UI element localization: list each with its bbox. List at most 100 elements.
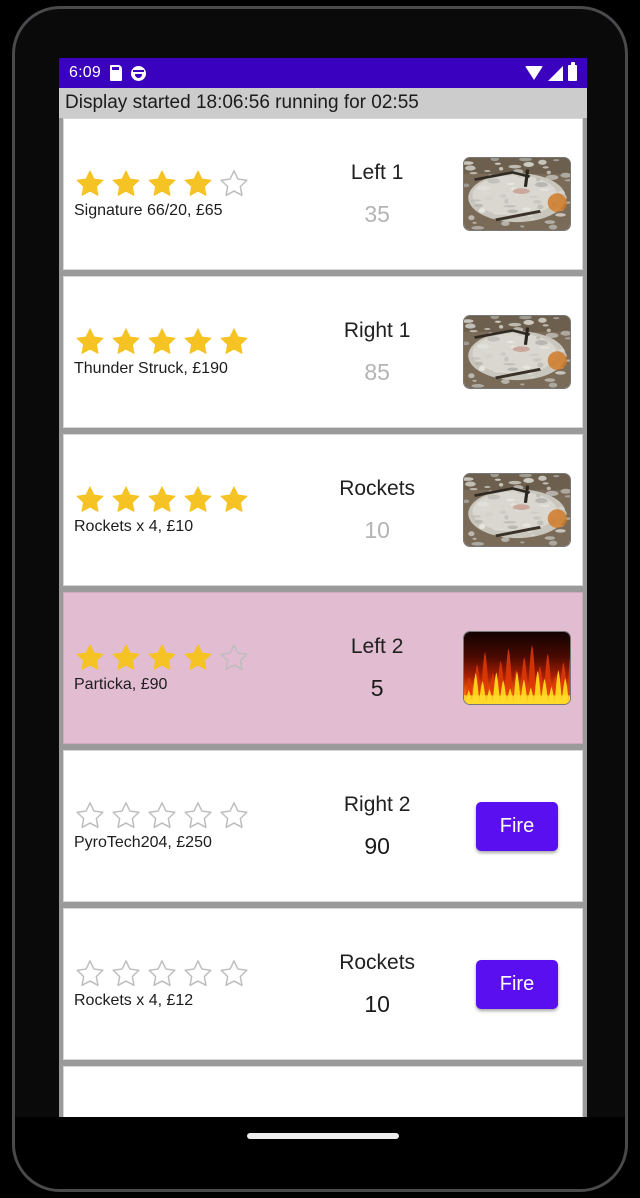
item-channel-value: 10 [364, 516, 390, 543]
firework-item-row[interactable]: PyroTech204, £250 Right 2 90 Fire [63, 750, 583, 902]
wifi-icon [525, 66, 543, 80]
star-filled-icon [112, 170, 140, 196]
star-filled-icon [112, 328, 140, 354]
item-channel-name: Right 2 [343, 792, 411, 816]
star-filled-icon [220, 328, 248, 354]
ash-thumbnail-image [464, 474, 570, 546]
ash-thumbnail [463, 315, 571, 389]
status-bar-left: 6:09 [69, 64, 146, 82]
star-filled-icon [148, 170, 176, 196]
battery-icon [568, 62, 577, 81]
item-action-block [452, 473, 582, 547]
ash-thumbnail-image [464, 316, 570, 388]
fire-button[interactable]: Fire [475, 959, 559, 1009]
item-channel-value: 90 [364, 832, 390, 859]
star-empty-icon [112, 802, 140, 829]
item-channel-name: Right 1 [343, 318, 411, 342]
item-rating-block: PyroTech204, £250 [64, 800, 302, 852]
star-empty-icon [148, 802, 176, 829]
star-empty-icon [112, 960, 140, 987]
item-channel-value: 10 [364, 990, 390, 1017]
item-action-block [452, 157, 582, 231]
item-description: Thunder Struck, £190 [74, 360, 228, 377]
star-filled-icon [76, 486, 104, 512]
item-channel-value: 85 [364, 358, 390, 385]
item-rating-block: Thunder Struck, £190 [64, 326, 302, 378]
star-filled-icon [184, 328, 212, 354]
rating-stars[interactable] [74, 326, 302, 358]
star-filled-icon [148, 328, 176, 354]
item-rating-block: Rockets x 4, £12 [64, 958, 302, 1010]
star-empty-icon [148, 960, 176, 987]
status-bar-right [525, 62, 577, 81]
item-channel-block: Rockets 10 [302, 951, 452, 1018]
item-channel-value: 35 [364, 200, 390, 227]
navigation-bar [15, 1117, 625, 1189]
star-empty-icon [76, 802, 104, 829]
item-description: Rockets x 4, £12 [74, 992, 194, 1009]
star-filled-icon [184, 170, 212, 196]
item-rating-block: Signature 66/20, £65 [64, 168, 302, 220]
item-rating-block: Particka, £90 [64, 642, 302, 694]
item-channel-name: Left 1 [350, 160, 404, 184]
firework-item-row[interactable]: Thunder Struck, £190 Right 1 85 [63, 276, 583, 428]
item-channel-block: Right 1 85 [302, 319, 452, 386]
firework-item-row[interactable]: Rockets x 4, £10 Rockets 10 [63, 434, 583, 586]
ash-thumbnail [463, 473, 571, 547]
item-action-block: Fire [452, 959, 582, 1009]
firework-item-row[interactable]: Rockets x 4, £12 Rockets 10 Fire [63, 908, 583, 1060]
star-filled-icon [184, 486, 212, 512]
firework-item-row[interactable]: Left 3Fire [63, 1066, 583, 1123]
item-channel-block: Left 2 5 [302, 635, 452, 702]
item-description: Particka, £90 [74, 676, 168, 693]
display-status-header: Display started 18:06:56 running for 02:… [59, 88, 587, 118]
star-filled-icon [76, 328, 104, 354]
fire-button[interactable]: Fire [475, 801, 559, 851]
item-action-block [452, 631, 582, 705]
item-action-block: Fire [452, 801, 582, 851]
ash-thumbnail [463, 157, 571, 231]
face-icon [130, 65, 146, 81]
item-description: PyroTech204, £250 [74, 834, 212, 851]
firework-item-list[interactable]: Signature 66/20, £65 Left 1 35 Thunder Stru… [59, 118, 587, 1123]
star-filled-icon [148, 644, 176, 670]
item-rating-block: Rockets x 4, £10 [64, 484, 302, 536]
star-empty-icon [220, 644, 248, 671]
star-filled-icon [184, 644, 212, 670]
star-filled-icon [148, 486, 176, 512]
star-empty-icon [220, 802, 248, 829]
item-channel-block: Rockets 10 [302, 477, 452, 544]
rating-stars[interactable] [74, 800, 302, 832]
rating-stars[interactable] [74, 484, 302, 516]
star-filled-icon [112, 486, 140, 512]
item-action-block [452, 315, 582, 389]
item-channel-block: Right 2 90 [302, 793, 452, 860]
rating-stars[interactable] [74, 642, 302, 674]
fire-thumbnail-image [464, 632, 570, 704]
signal-icon [548, 65, 563, 81]
status-bar: 6:09 [59, 58, 587, 88]
item-channel-name: Rockets [339, 950, 416, 974]
star-empty-icon [220, 960, 248, 987]
star-filled-icon [220, 486, 248, 512]
home-gesture-pill[interactable] [247, 1133, 399, 1139]
item-channel-name: Left 2 [350, 634, 404, 658]
ash-thumbnail-image [464, 158, 570, 230]
item-channel-name: Rockets [339, 476, 416, 500]
rating-stars[interactable] [74, 168, 302, 200]
sd-card-icon [109, 65, 122, 81]
rating-stars[interactable] [74, 958, 302, 990]
fire-thumbnail [463, 631, 571, 705]
phone-screen: 6:09 Display started 18:06:56 running fo… [59, 58, 587, 1123]
item-description: Signature 66/20, £65 [74, 202, 223, 219]
star-empty-icon [220, 170, 248, 197]
firework-item-row[interactable]: Signature 66/20, £65 Left 1 35 [63, 118, 583, 270]
item-description: Rockets x 4, £10 [74, 518, 194, 535]
star-empty-icon [184, 960, 212, 987]
firework-item-row[interactable]: Particka, £90 Left 2 5 [63, 592, 583, 744]
item-channel-value: 5 [370, 674, 384, 701]
star-empty-icon [76, 960, 104, 987]
phone-frame: 6:09 Display started 18:06:56 running fo… [12, 6, 628, 1192]
star-filled-icon [112, 644, 140, 670]
star-empty-icon [184, 802, 212, 829]
